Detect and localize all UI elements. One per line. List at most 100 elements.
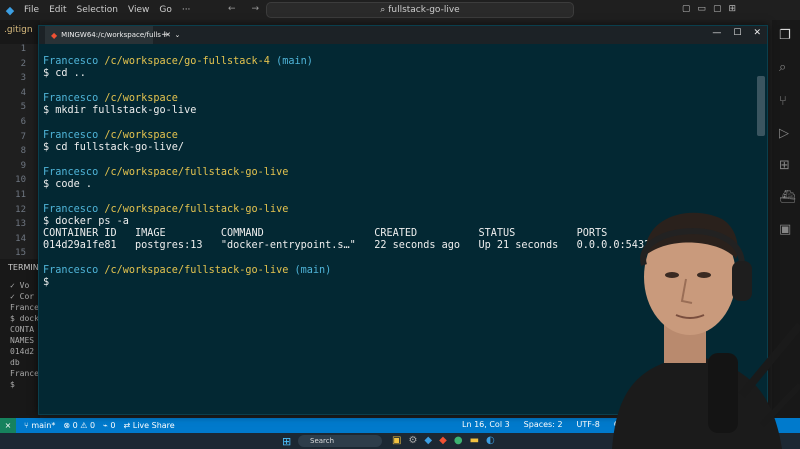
terminal-output-line: $ code . (43, 178, 93, 190)
line-number: 1 (20, 44, 26, 54)
status-indentation[interactable]: Spaces: 2 (524, 420, 563, 429)
back-arrow-icon[interactable]: ← (228, 4, 236, 14)
customize-layout-icon[interactable]: ⊞ (728, 4, 736, 14)
git-bash-tab-title: MINGW64:/c/workspace/fulls (61, 31, 161, 39)
remote-indicator-icon[interactable]: ⨯ (0, 418, 16, 433)
source-control-icon[interactable]: ⑂ (779, 94, 787, 109)
search-icon: ⌕ (380, 5, 386, 15)
search-icon[interactable]: ⌕ (779, 60, 786, 75)
status-ports[interactable]: ⌁ 0 (103, 421, 115, 430)
panel-terminal-line: 014d2 (10, 347, 35, 356)
terminal-output-line: $ cd .. (43, 68, 86, 80)
panel-terminal-line: db (10, 358, 20, 367)
prompt-branch: (main) (294, 265, 332, 277)
line-number: 11 (15, 189, 26, 200)
prompt-path: /c/workspace/fullstack-go-live (104, 203, 289, 215)
minimize-icon[interactable]: — (712, 28, 721, 38)
menu-more[interactable]: ··· (182, 5, 191, 15)
prompt-user: Francesco (43, 166, 99, 178)
status-cursor-position[interactable]: Ln 16, Col 3 (462, 420, 510, 429)
terminal-prompt-line: Francesco /c/workspace (43, 93, 723, 105)
terminal-prompt-line: Francesco /c/workspace/go-fullstack-4 (m… (43, 56, 723, 68)
toggle-panel-icon[interactable]: ▭ (697, 4, 706, 14)
explorer-icon[interactable]: ❐ (779, 28, 791, 43)
new-tab-icon[interactable]: + (161, 30, 169, 40)
panel-terminal-line: Francesco (10, 369, 40, 378)
git-bash-title-bar: ◆ MINGW64:/c/workspace/fulls ✕ + ⌄ — ☐ ✕ (39, 26, 767, 44)
panel-terminal-line: NAMES (10, 336, 35, 345)
toggle-secondary-sidebar-icon[interactable]: ▢ (713, 4, 722, 14)
status-branch[interactable]: ⑂ main* (24, 421, 55, 430)
vscode-app-icon[interactable]: ◆ (424, 435, 432, 446)
presenter-illustration (612, 212, 800, 449)
explorer-app-icon[interactable]: ▬ (470, 435, 479, 446)
taskbar-search[interactable]: Search (298, 435, 382, 447)
prompt-path: /c/workspace/fullstack-go-live (104, 166, 289, 178)
panel-terminal-line: ✓ Cor (10, 292, 35, 301)
forward-arrow-icon[interactable]: → (252, 4, 260, 14)
toggle-sidebar-icon[interactable]: ▢ (682, 4, 691, 14)
terminal-prompt-line: Francesco /c/workspace/fullstack-go-live (43, 167, 723, 179)
prompt-path: /c/workspace (104, 92, 178, 104)
prompt-user: Francesco (43, 56, 99, 67)
line-number: 10 (15, 175, 26, 186)
line-number: 8 (20, 146, 26, 157)
run-debug-icon[interactable]: ▷ (779, 126, 789, 141)
close-window-icon[interactable]: ✕ (753, 28, 761, 38)
panel-terminal-line: $ dock (10, 314, 39, 323)
line-number: 3 (20, 73, 26, 84)
line-number: 4 (20, 87, 26, 98)
panel-terminal-line: CONTA (10, 325, 35, 334)
git-bash-icon: ◆ (51, 30, 58, 40)
settings-app-icon[interactable]: ⚙ (408, 435, 417, 446)
git-app-icon[interactable]: ◆ (439, 435, 447, 446)
vscode-logo-icon: ◆ (5, 3, 15, 17)
panel-terminal-line: $ (10, 380, 15, 389)
menu-view[interactable]: View (128, 5, 149, 15)
prompt-user: Francesco (43, 265, 99, 277)
line-number: 6 (20, 116, 26, 127)
windows-start-icon[interactable]: ⊞ (282, 435, 291, 448)
line-number: 7 (20, 131, 26, 142)
status-live-share[interactable]: ⇄ Live Share (124, 421, 175, 430)
status-problems[interactable]: ⊗ 0 ⚠ 0 (63, 421, 95, 430)
terminal-output-line: $ mkdir fullstack-go-live (43, 105, 197, 117)
prompt-user: Francesco (43, 92, 99, 104)
terminal-scrollbar[interactable] (757, 76, 765, 136)
command-center[interactable]: ⌕ fullstack-go-live (266, 2, 574, 18)
webcam-overlay (592, 205, 800, 449)
menu-file[interactable]: File (24, 5, 39, 15)
prompt-user: Francesco (43, 129, 99, 141)
prompt-path: /c/workspace (104, 129, 178, 141)
line-number-gutter: 1 2 3 4 5 6 7 8 9 10 11 12 13 14 15 (0, 44, 40, 259)
terminal-app-icon[interactable]: ▣ (392, 435, 401, 446)
git-bash-tab[interactable]: ◆ MINGW64:/c/workspace/fulls ✕ (45, 26, 171, 44)
docker-icon[interactable]: ⛴ (779, 190, 796, 205)
edge-app-icon[interactable]: ◐ (486, 435, 495, 446)
terminal-output-line: $ cd fullstack-go-live/ (43, 142, 185, 154)
panel-terminal-line: ✓ Vo (10, 281, 30, 290)
menu-selection[interactable]: Selection (77, 5, 118, 15)
vscode-title-bar: ◆ File Edit Selection View Go ··· ← → ⌕ … (0, 0, 800, 20)
prompt-path: /c/workspace/fullstack-go-live (104, 265, 289, 277)
panel-terminal-line: Francesc (10, 303, 40, 312)
menu-go[interactable]: Go (159, 5, 171, 15)
prompt-branch: (main) (276, 56, 313, 67)
terminal-panel: TERMINA ✓ Vo✓ CorFrancesc$ dockCONTANAME… (0, 259, 44, 419)
line-number: 9 (20, 160, 26, 171)
chrome-app-icon[interactable]: ● (454, 435, 463, 446)
menu-bar: File Edit Selection View Go ··· (24, 5, 190, 15)
line-number: 5 (20, 102, 26, 113)
tab-dropdown-icon[interactable]: ⌄ (175, 31, 181, 39)
line-number: 2 (20, 58, 26, 69)
editor-tab-bar: .gitign comp (0, 20, 40, 58)
maximize-icon[interactable]: ☐ (733, 28, 741, 38)
extensions-icon[interactable]: ⊞ (779, 158, 790, 173)
menu-edit[interactable]: Edit (49, 5, 66, 15)
editor-tab-gitignore[interactable]: .gitign (4, 25, 33, 35)
terminal-prompt-line: Francesco /c/workspace (43, 130, 723, 142)
